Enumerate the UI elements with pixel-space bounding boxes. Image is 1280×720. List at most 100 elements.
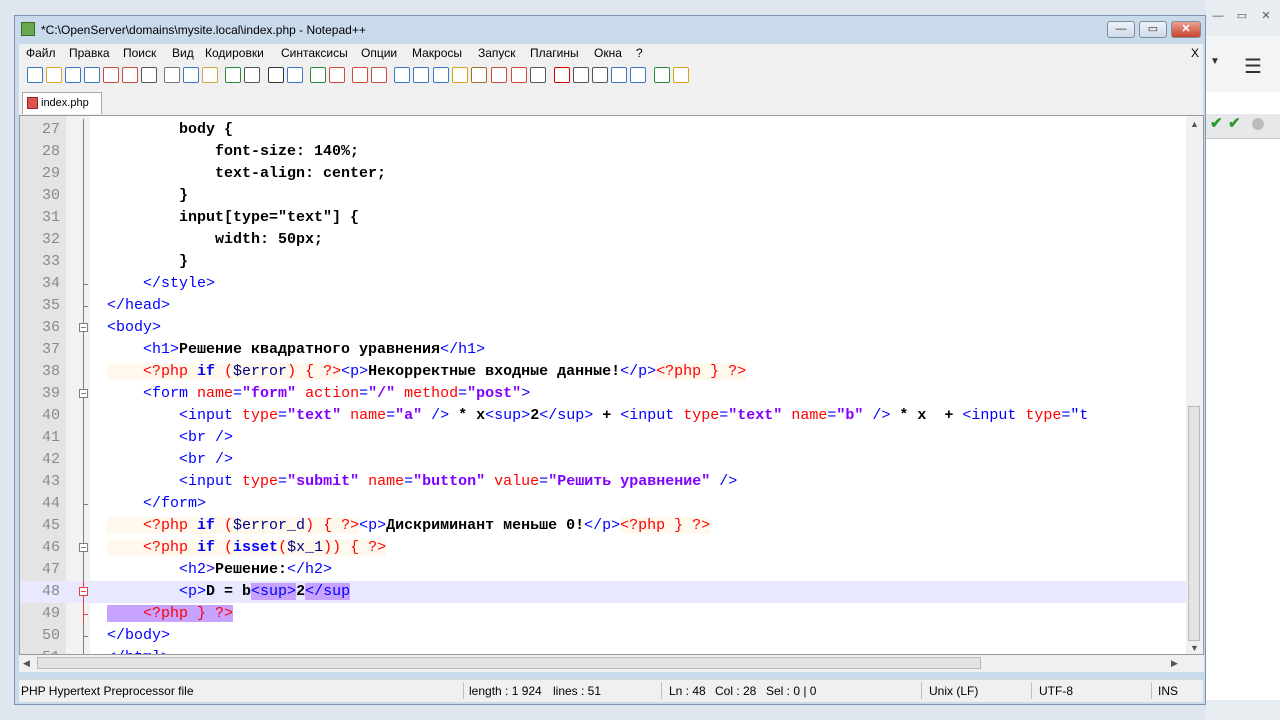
menu-encoding[interactable]: Кодировки	[205, 46, 264, 60]
scroll-down-icon[interactable]: ▼	[1190, 643, 1199, 653]
minimize-button[interactable]: —	[1107, 21, 1135, 38]
menu-edit[interactable]: Правка	[69, 46, 110, 60]
background-dropdown-icon[interactable]: ▼	[1210, 56, 1220, 67]
zoom-in-icon[interactable]	[310, 67, 326, 83]
sync-h-icon[interactable]	[371, 67, 387, 83]
code-line[interactable]: 33 }	[20, 251, 1188, 273]
menu-help[interactable]: ?	[636, 46, 643, 60]
horizontal-scrollbar[interactable]: ◀ ▶	[19, 655, 1204, 672]
indent-guide-icon[interactable]	[433, 67, 449, 83]
code-line[interactable]: 30 }	[20, 185, 1188, 207]
save-all-icon[interactable]	[84, 67, 100, 83]
close-all-icon[interactable]	[122, 67, 138, 83]
show-all-chars-icon[interactable]	[413, 67, 429, 83]
maximize-button[interactable]: ▭	[1139, 21, 1167, 38]
paste-icon[interactable]	[202, 67, 218, 83]
scroll-left-icon[interactable]: ◀	[23, 658, 30, 669]
code-area[interactable]: 27 body {28 font-size: 140%; 29 text-alig…	[20, 116, 1188, 654]
folder-workspace-icon[interactable]	[511, 67, 527, 83]
background-titlebar: — ▭ ✕	[1206, 0, 1280, 36]
check-icon: ✔	[1228, 115, 1241, 132]
code-line[interactable]: 36 <body>	[20, 317, 1188, 339]
code-line[interactable]: 44 </form>	[20, 493, 1188, 515]
code-line[interactable]: 41 <br />	[20, 427, 1188, 449]
fold-marker[interactable]	[79, 581, 88, 603]
menu-syntax[interactable]: Синтаксисы	[281, 46, 348, 60]
run-multiple-macro-icon[interactable]	[611, 67, 627, 83]
open-file-icon[interactable]	[46, 67, 62, 83]
sync-v-icon[interactable]	[352, 67, 368, 83]
background-min-icon[interactable]: —	[1208, 8, 1228, 24]
hamburger-menu-icon[interactable]: ☰	[1244, 54, 1262, 79]
spellcheck-icon[interactable]	[654, 67, 670, 83]
code-line[interactable]: 31 input[type="text"] {	[20, 207, 1188, 229]
code-line[interactable]: 46 <?php if (isset($x_1)) { ?>	[20, 537, 1188, 559]
tab-index-php[interactable]: index.php	[22, 92, 102, 114]
save-icon[interactable]	[65, 67, 81, 83]
vertical-scrollbar[interactable]: ▲ ▼	[1186, 116, 1203, 654]
code-line[interactable]: 35 </head>	[20, 295, 1188, 317]
code-line[interactable]: 29 text-align: center;	[20, 163, 1188, 185]
find-icon[interactable]	[268, 67, 284, 83]
code-line[interactable]: 32 width: 50px;	[20, 229, 1188, 251]
redo-icon[interactable]	[244, 67, 260, 83]
code-line[interactable]: 43 <input type="submit" name="button" va…	[20, 471, 1188, 493]
code-line[interactable]: 50 </body>	[20, 625, 1188, 647]
zoom-out-icon[interactable]	[329, 67, 345, 83]
monitor-icon[interactable]	[530, 67, 546, 83]
close-document-button[interactable]: X	[1191, 46, 1199, 60]
scroll-up-icon[interactable]: ▲	[1190, 119, 1199, 129]
copy-icon[interactable]	[183, 67, 199, 83]
new-file-icon[interactable]	[27, 67, 43, 83]
close-icon[interactable]	[103, 67, 119, 83]
fold-marker[interactable]	[79, 537, 88, 559]
menu-macros[interactable]: Макросы	[412, 46, 462, 60]
stop-macro-icon[interactable]	[573, 67, 589, 83]
menu-view[interactable]: Вид	[172, 46, 194, 60]
horizontal-scroll-thumb[interactable]	[37, 657, 981, 669]
menu-windows[interactable]: Окна	[594, 46, 622, 60]
replace-icon[interactable]	[287, 67, 303, 83]
code-text: <br />	[107, 451, 234, 468]
menu-run[interactable]: Запуск	[478, 46, 516, 60]
code-line[interactable]: 48 <p>D = b<sup>2</sup	[20, 581, 1188, 603]
check-icon: ✔	[1210, 115, 1223, 132]
close-button[interactable]: ✕	[1171, 21, 1201, 38]
vertical-scroll-thumb[interactable]	[1188, 406, 1200, 641]
undo-icon[interactable]	[225, 67, 241, 83]
udl-icon[interactable]	[452, 67, 468, 83]
code-line[interactable]: 27 body {	[20, 119, 1188, 141]
code-line[interactable]: 51</html>	[20, 647, 1188, 654]
scroll-right-icon[interactable]: ▶	[1171, 658, 1178, 669]
code-text: <input type="text" name="a" /> * x<sup>2…	[107, 407, 1089, 424]
code-line[interactable]: 34 </style>	[20, 273, 1188, 295]
wrap-icon[interactable]	[394, 67, 410, 83]
menu-plugins[interactable]: Плагины	[530, 46, 579, 60]
background-close-icon[interactable]: ✕	[1256, 8, 1276, 24]
menu-search[interactable]: Поиск	[123, 46, 156, 60]
code-line[interactable]: 49 <?php } ?>	[20, 603, 1188, 625]
menu-options[interactable]: Опции	[361, 46, 397, 60]
code-line[interactable]: 38 <?php if ($error) { ?><p>Некорректные…	[20, 361, 1188, 383]
fold-marker[interactable]	[79, 317, 88, 339]
function-list-icon[interactable]	[491, 67, 507, 83]
code-line[interactable]: 45 <?php if ($error_d) { ?><p>Дискримина…	[20, 515, 1188, 537]
code-editor[interactable]: 27 body {28 font-size: 140%; 29 text-alig…	[19, 115, 1204, 655]
play-macro-icon[interactable]	[592, 67, 608, 83]
fold-marker[interactable]	[79, 383, 88, 405]
code-line[interactable]: 42 <br />	[20, 449, 1188, 471]
code-line[interactable]: 28 font-size: 140%;	[20, 141, 1188, 163]
menu-file[interactable]: Файл	[26, 46, 56, 60]
code-text: font-size: 140%;	[107, 143, 360, 160]
print-icon[interactable]	[141, 67, 157, 83]
plugin-icon[interactable]	[673, 67, 689, 83]
save-macro-icon[interactable]	[630, 67, 646, 83]
code-line[interactable]: 39 <form name="form" action="/" method="…	[20, 383, 1188, 405]
doc-map-icon[interactable]	[471, 67, 487, 83]
background-max-icon[interactable]: ▭	[1232, 8, 1252, 24]
code-line[interactable]: 47 <h2>Решение:</h2>	[20, 559, 1188, 581]
code-line[interactable]: 37 <h1>Решение квадратного уравнения</h1…	[20, 339, 1188, 361]
record-macro-icon[interactable]	[554, 67, 570, 83]
code-line[interactable]: 40 <input type="text" name="a" /> * x<su…	[20, 405, 1188, 427]
cut-icon[interactable]	[164, 67, 180, 83]
